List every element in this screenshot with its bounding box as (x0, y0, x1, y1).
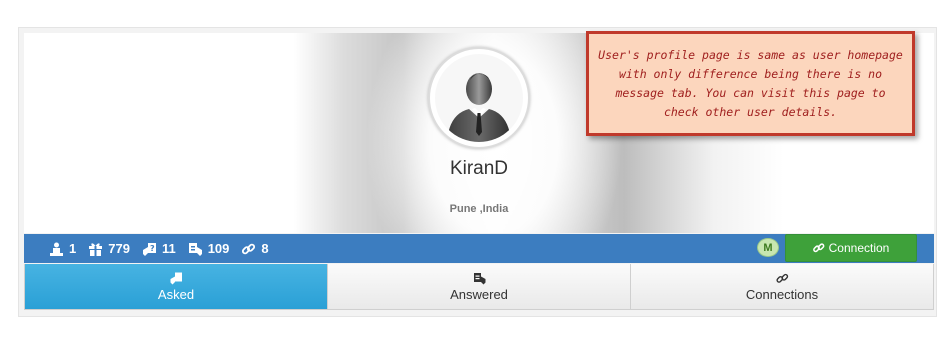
tab-asked-label: Asked (157, 286, 195, 302)
svg-text:?: ? (150, 244, 155, 253)
tab-connections[interactable]: Connections (630, 264, 933, 309)
stat-connections[interactable]: 8 (241, 241, 269, 256)
stat-asked-value: 11 (161, 241, 176, 256)
avatar (428, 47, 530, 149)
rank-icon (50, 242, 63, 256)
annotation-note: User's profile page is same as user home… (586, 31, 915, 136)
stats-list: 1 779 ? 11 109 8 (49, 234, 281, 263)
answered-icon (473, 272, 485, 284)
link-icon (775, 273, 788, 283)
tab-answered[interactable]: Answered (327, 264, 630, 309)
moderator-badge: M (757, 238, 779, 257)
link-icon (242, 243, 256, 254)
connection-button[interactable]: Connection (785, 234, 917, 262)
stat-gifts[interactable]: 779 (88, 241, 130, 256)
stat-answered[interactable]: 109 (188, 241, 230, 256)
username: KiranD (449, 158, 509, 179)
stat-rank-value: 1 (69, 241, 77, 256)
answered-icon (188, 242, 202, 256)
asked-icon (170, 272, 182, 284)
user-avatar-icon (435, 54, 523, 142)
tab-asked[interactable]: Asked (25, 264, 327, 309)
stat-connections-value: 8 (261, 241, 269, 256)
annotation-text: User's profile page is same as user home… (598, 47, 903, 119)
tab-answered-label: Answered (450, 286, 508, 302)
profile-tabs: Asked Answered Connections (24, 264, 934, 310)
link-icon (812, 243, 825, 253)
stat-rank[interactable]: 1 (49, 241, 76, 256)
stat-asked[interactable]: ? 11 (142, 241, 176, 256)
user-location: Pune ,India (449, 203, 509, 215)
connection-button-label: Connection (828, 241, 890, 255)
stat-gifts-value: 779 (108, 241, 130, 256)
tab-connections-label: Connections (745, 286, 819, 302)
gift-icon (89, 242, 103, 256)
asked-icon: ? (142, 242, 156, 256)
stat-answered-value: 109 (207, 241, 230, 256)
